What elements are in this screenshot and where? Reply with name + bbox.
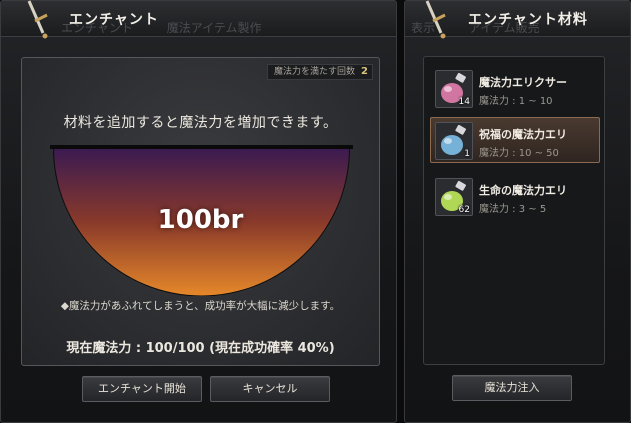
material-item[interactable]: 62 生命の魔法力エリ 魔法力 : 3 ~ 5 — [430, 173, 600, 219]
material-item[interactable]: 1 祝福の魔法力エリ 魔法力 : 10 ~ 50 — [430, 117, 600, 163]
refill-label: 魔法力を満たす回数 — [274, 67, 356, 77]
infuse-mana-button[interactable]: 魔法力注入 — [452, 375, 572, 401]
cancel-button[interactable]: キャンセル — [210, 376, 330, 402]
material-item[interactable]: 14 魔法力エリクサー 魔法力 : 1 ~ 10 — [430, 65, 600, 111]
mana-value: 100br — [157, 205, 244, 235]
overflow-warning: ◆魔法力があふれてしまうと、成功率が大幅に減少します。 — [60, 300, 341, 312]
mana-status: 現在魔法力 : 100/100 (現在成功確率 40%) — [66, 341, 335, 356]
material-quantity: 62 — [458, 205, 470, 215]
material-quantity: 14 — [458, 97, 470, 107]
material-name: 生命の魔法力エリ — [479, 184, 567, 197]
sword-icon — [27, 0, 48, 39]
start-enchant-button[interactable]: エンチャント開始 — [82, 376, 202, 402]
material-name: 魔法力エリクサー — [479, 76, 567, 89]
ghost-tab-crafting: 魔法アイテム製作 — [166, 21, 262, 35]
potion-blue-icon: 1 — [435, 122, 473, 160]
refill-counter: 魔法力を満たす回数 2 — [267, 64, 373, 80]
sword-icon — [425, 0, 446, 39]
materials-panel-header: 表示 アイテム販売 エンチャント材料 — [405, 0, 630, 39]
material-mana-range: 魔法力 : 10 ~ 50 — [479, 148, 559, 159]
potion-green-icon: 62 — [435, 178, 473, 216]
refill-count: 2 — [361, 66, 368, 77]
material-mana-range: 魔法力 : 3 ~ 5 — [479, 204, 547, 215]
enchant-panel-title: エンチャント — [69, 12, 159, 28]
material-mana-range: 魔法力 : 1 ~ 10 — [479, 96, 553, 107]
bowl-rim — [50, 145, 353, 149]
material-list: 14 魔法力エリクサー 魔法力 : 1 ~ 10 1 祝福の魔法力エリ 魔法力 : 10 … — [423, 56, 605, 365]
instruction-text: 材料を追加すると魔法力を増加できます。 — [63, 115, 338, 131]
material-quantity: 1 — [464, 149, 470, 159]
mana-gauge-box: 魔法力を満たす回数 2 材料を追加すると魔法力を増加できます。 100br ◆魔… — [21, 57, 380, 366]
material-name: 祝福の魔法力エリ — [479, 128, 567, 141]
enchant-panel-header: エンチャント 魔法アイテム製作 エンチャント — [1, 0, 396, 39]
enchant-panel: エンチャント 魔法アイテム製作 エンチャント 魔法力を満たす回数 2 材料を追加… — [0, 0, 397, 423]
materials-panel-title: エンチャント材料 — [468, 12, 588, 28]
potion-pink-icon: 14 — [435, 70, 473, 108]
enchant-window: エンチャント 魔法アイテム製作 エンチャント 魔法力を満たす回数 2 材料を追加… — [0, 0, 631, 423]
